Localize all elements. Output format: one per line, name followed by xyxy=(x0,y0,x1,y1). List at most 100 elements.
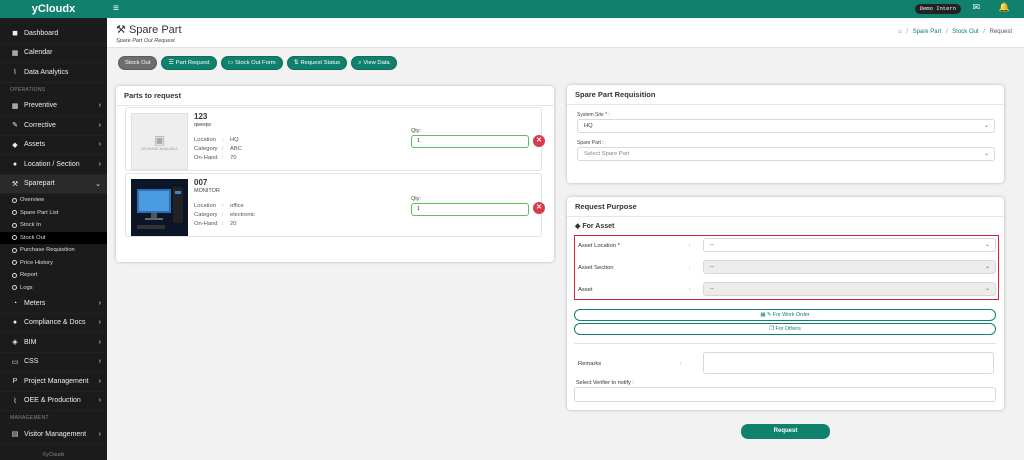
section-label-operations: OPERATIONS xyxy=(10,86,46,93)
sidebar-sub-stock-out[interactable]: Stock Out xyxy=(0,231,107,244)
chevron-right-icon: › xyxy=(98,102,101,110)
wrench-icon: ✎ xyxy=(766,312,772,318)
remove-part-button[interactable]: ✕ xyxy=(533,135,545,147)
home-icon[interactable]: ⌂ xyxy=(898,29,902,35)
chart-icon: ⌇ xyxy=(13,69,17,77)
sidebar-sub-price-history[interactable]: Price History xyxy=(0,257,107,270)
asset-section-select[interactable]: -- ⌄ xyxy=(703,260,996,274)
user-badge[interactable]: Demo Intern xyxy=(914,4,961,14)
qty-input[interactable]: 1 xyxy=(411,135,529,148)
sidebar-item-assets[interactable]: ◆ Assets › xyxy=(0,136,107,155)
tag-icon: ◆ xyxy=(12,141,18,149)
chevron-right-icon: › xyxy=(98,338,101,346)
spare-part-select[interactable]: Select Spare Part ⌄ xyxy=(577,147,995,161)
tools-icon: ⚒ xyxy=(116,24,126,36)
sidebar-item-bim[interactable]: ◈ BIM › xyxy=(0,333,107,353)
requisition-card-title: Spare Part Requisition xyxy=(567,85,1004,105)
request-button[interactable]: Request xyxy=(741,424,830,439)
sidebar-item-oee-production[interactable]: ⌇ OEE & Production › xyxy=(0,392,107,411)
sidebar: yCloudx ◼ Dashboard ▦ Calendar ⌇ Data An… xyxy=(0,0,107,460)
breadcrumb: ⌂ / Spare Part / Stock Out / Request xyxy=(897,29,1012,35)
chevron-down-icon: ⌄ xyxy=(95,180,101,188)
image-icon: ▣ xyxy=(153,132,166,147)
section-label-management: MANAGEMENT xyxy=(10,415,49,421)
chevron-right-icon: › xyxy=(98,397,101,405)
system-site-select[interactable]: HQ ⌄ xyxy=(577,119,995,133)
brand-logo[interactable]: yCloudx xyxy=(0,0,107,18)
sidebar-item-meters[interactable]: ◔ Meters › xyxy=(0,294,107,314)
breadcrumb-stock-out[interactable]: Stock Out xyxy=(952,29,978,35)
form-icon: ▭ xyxy=(227,60,233,66)
verifier-input[interactable] xyxy=(574,387,996,402)
wrench-icon: ✎ xyxy=(12,122,18,130)
sidebar-sub-purchase-requisition[interactable]: Purchase Requisition xyxy=(0,244,107,257)
request-status-button[interactable]: ⇅ Request Status xyxy=(286,56,348,70)
tools-icon: ⚒ xyxy=(11,180,19,188)
stock-out-button[interactable]: Stock Out xyxy=(118,56,158,70)
sidebar-item-data-analytics[interactable]: ⌇ Data Analytics xyxy=(0,63,107,83)
location-icon: ● xyxy=(12,160,18,168)
sidebar-sub-spare-part-list[interactable]: Spare Part List xyxy=(0,207,107,220)
notification-icon[interactable]: ✉ xyxy=(972,2,980,13)
meter-icon: ◔ xyxy=(12,299,18,307)
docs-icon: ● xyxy=(12,319,18,327)
part-row: 007 MONITOR Location: office Category: ele… xyxy=(125,173,545,237)
sidebar-item-visitor-management[interactable]: ▤ Visitor Management › xyxy=(0,425,107,445)
part-category: Category: ABC xyxy=(194,146,242,152)
circle-icon xyxy=(12,260,17,266)
sidebar-sub-overview[interactable]: Overview xyxy=(0,194,107,207)
calendar-icon: ▦ xyxy=(760,312,766,318)
remove-part-button[interactable]: ✕ xyxy=(533,202,545,214)
sidebar-item-css[interactable]: ▭ CSS › xyxy=(0,353,107,372)
sidebar-item-location-section[interactable]: ● Location / Section › xyxy=(0,155,107,175)
status-icon: ⇅ xyxy=(293,60,299,66)
stock-out-form-button[interactable]: ▭ Stock Out Form xyxy=(220,56,283,70)
sidebar-item-compliance-docs[interactable]: ● Compliance & Docs › xyxy=(0,314,107,333)
sidebar-item-dashboard[interactable]: ◼ Dashboard xyxy=(0,24,107,44)
bell-icon[interactable]: 🔔 xyxy=(999,2,1010,13)
part-name: MONITOR xyxy=(194,188,220,194)
part-row: ▣ NO IMAGE AVAILABLE 123 qweqw Location:… xyxy=(125,107,545,171)
page-subtitle: Spare Part Out Request xyxy=(116,38,175,44)
part-code: 007 xyxy=(194,178,208,187)
project-icon: P xyxy=(12,377,18,385)
chevron-down-icon: ⌄ xyxy=(983,151,989,157)
circle-icon xyxy=(12,210,17,216)
part-image xyxy=(131,179,188,236)
breadcrumb-spare-part[interactable]: Spare Part xyxy=(913,29,942,35)
sidebar-sub-stock-in[interactable]: Stock In xyxy=(0,219,107,232)
asset-label: Asset xyxy=(578,287,593,293)
view-data-button[interactable]: ⌕ View Data xyxy=(351,56,397,70)
asset-location-label: Asset Location * xyxy=(578,243,620,249)
request-purpose-title: Request Purpose xyxy=(567,197,1004,217)
parts-card: Parts to request ▣ NO IMAGE AVAILABLE 12… xyxy=(116,86,554,262)
part-name: qweqw xyxy=(194,122,212,128)
chevron-right-icon: › xyxy=(98,430,101,438)
for-others-button[interactable]: ❐ For Others xyxy=(574,323,996,335)
qty-input[interactable]: 1 xyxy=(411,203,529,216)
close-icon: ✕ xyxy=(536,137,542,144)
sidebar-sub-logs[interactable]: Logs xyxy=(0,282,107,295)
circle-icon xyxy=(12,285,17,291)
tag-icon: ◆ xyxy=(575,223,581,230)
sidebar-item-sparepart[interactable]: ⚒ Sparepart ⌄ xyxy=(0,174,107,194)
sidebar-item-preventive[interactable]: ▦ Preventive › xyxy=(0,97,107,116)
sidebar-item-corrective[interactable]: ✎ Corrective › xyxy=(0,116,107,136)
asset-select[interactable]: -- ⌄ xyxy=(703,282,996,296)
sidebar-item-calendar[interactable]: ▦ Calendar xyxy=(0,44,107,63)
asset-location-select[interactable]: -- ⌄ xyxy=(703,238,996,252)
copy-icon: ❐ xyxy=(769,326,774,332)
hamburger-icon[interactable]: ≡ xyxy=(113,3,119,14)
sidebar-sub-report[interactable]: Report xyxy=(0,269,107,282)
for-asset-heading: ◆ For Asset xyxy=(575,223,615,230)
part-request-button[interactable]: ☰ Part Request xyxy=(161,56,217,70)
chevron-right-icon: › xyxy=(98,160,101,168)
sidebar-item-project-management[interactable]: P Project Management › xyxy=(0,372,107,392)
system-site-label: System Site * : xyxy=(577,112,610,118)
qty-label: Qty: xyxy=(411,196,422,202)
part-category: Category: electronic xyxy=(194,212,255,218)
circle-icon xyxy=(12,222,17,228)
for-work-order-button[interactable]: ▦ ✎ For Work Order xyxy=(574,309,996,321)
bim-icon: ◈ xyxy=(12,339,18,347)
remarks-textarea[interactable] xyxy=(703,352,994,374)
